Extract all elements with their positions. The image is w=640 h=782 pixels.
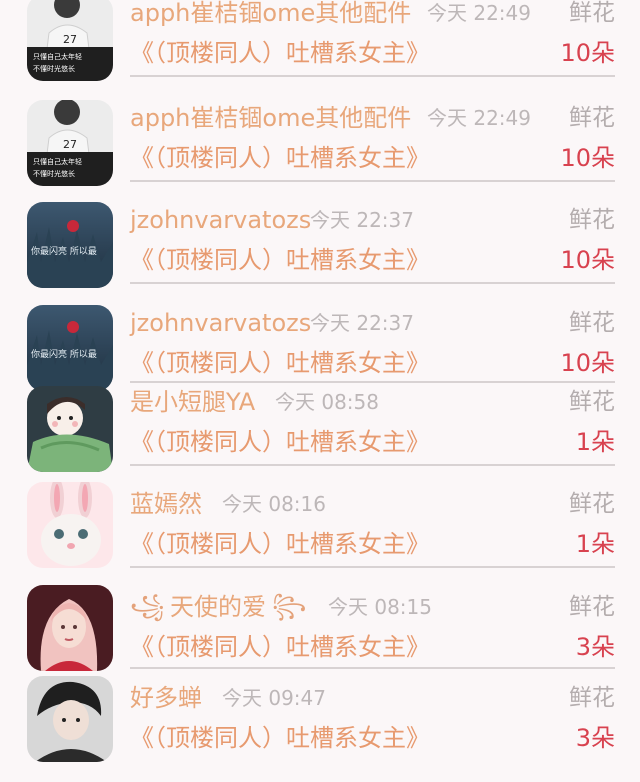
list-item[interactable]: 27 只懂自己太年轻 不懂时光悠长 apph崔桔锢ome其他配件 今天 22:4… [0,0,640,97]
avatar[interactable]: 27 只懂自己太年轻 不懂时光悠长 [27,100,113,186]
gift-type: 鲜花 [569,685,615,711]
gift-type: 鲜花 [569,207,615,233]
avatar[interactable]: 你最闪亮 所以最 [27,202,113,288]
gift-type: 鲜花 [569,310,615,336]
blue-rose-avatar-image: 你最闪亮 所以最 [27,202,113,288]
book-title[interactable]: 《（顶楼同人）吐槽系女主》 [130,718,430,758]
flourish-left-icon: ꧁ [130,594,165,619]
svg-text:不懂时光悠长: 不懂时光悠长 [33,169,75,178]
avatar[interactable] [27,482,113,568]
gift-type: 鲜花 [569,491,615,517]
divider [130,566,615,568]
gift-type: 鲜花 [569,389,615,415]
timestamp: 今天 22:37 [310,311,414,335]
gift-count: 10朵 [560,144,615,172]
divider [130,180,615,182]
svg-text:只懂自己太年轻: 只懂自己太年轻 [33,157,82,166]
list-item[interactable]: 是小短腿YA 今天 08:58 鲜花 《（顶楼同人）吐槽系女主》 1朵 [0,384,640,486]
bunny-avatar-image [27,482,113,568]
divider [130,667,615,669]
list-item[interactable]: 好多蝉 今天 09:47 鲜花 《（顶楼同人）吐槽系女主》 3朵 [0,676,640,782]
gift-count: 3朵 [575,633,615,661]
list-item[interactable]: 你最闪亮 所以最 jzohnvarvatozs 今天 22:37 鲜花 《（顶楼… [0,202,640,304]
username[interactable]: jzohnvarvatozs [130,202,311,238]
book-title[interactable]: 《（顶楼同人）吐槽系女主》 [130,240,430,280]
book-title[interactable]: 《（顶楼同人）吐槽系女主》 [130,422,430,462]
timestamp: 今天 22:37 [310,208,414,232]
divider [130,464,615,466]
timestamp: 今天 09:47 [222,686,326,710]
gift-count: 3朵 [575,724,615,752]
gift-type: 鲜花 [569,105,615,131]
timestamp: 今天 22:49 [427,1,531,25]
gift-count: 1朵 [575,428,615,456]
svg-text:27: 27 [63,33,77,46]
book-title[interactable]: 《（顶楼同人）吐槽系女主》 [130,343,430,383]
divider [130,282,615,284]
flourish-right-icon: ꧂ [272,594,307,619]
boy-avatar-image: 27 只懂自己太年轻 不懂时光悠长 [27,100,113,186]
avatar[interactable]: 27 只懂自己太年轻 不懂时光悠长 [27,0,113,81]
avatar[interactable] [27,676,113,762]
divider [130,75,615,77]
timestamp: 今天 08:15 [328,595,432,619]
blue-rose-avatar-image: 你最闪亮 所以最 [27,305,113,391]
gift-count: 1朵 [575,530,615,558]
book-title[interactable]: 《（顶楼同人）吐槽系女主》 [130,138,430,178]
username[interactable]: jzohnvarvatozs [130,305,311,341]
svg-text:你最闪亮 所以最: 你最闪亮 所以最 [31,245,97,257]
username[interactable]: 好多蝉 [130,680,202,716]
gift-record-list: 27 只懂自己太年轻 不懂时光悠长 apph崔桔锢ome其他配件 今天 22:4… [0,0,640,762]
username[interactable]: apph崔桔锢ome其他配件 [130,100,411,136]
timestamp: 今天 22:49 [427,106,531,130]
timestamp: 今天 08:16 [222,492,326,516]
svg-text:27: 27 [63,138,77,151]
username[interactable]: 天使的爱 [170,589,266,625]
avatar[interactable]: 你最闪亮 所以最 [27,305,113,391]
svg-text:只懂自己太年轻: 只懂自己太年轻 [33,52,82,61]
divider [130,381,615,383]
gift-count: 10朵 [560,39,615,67]
username[interactable]: 是小短腿YA [130,384,255,420]
svg-text:你最闪亮 所以最: 你最闪亮 所以最 [31,348,97,360]
avatar[interactable] [27,386,113,472]
book-title[interactable]: 《（顶楼同人）吐槽系女主》 [130,627,430,667]
username[interactable]: apph崔桔锢ome其他配件 [130,0,411,31]
book-title[interactable]: 《（顶楼同人）吐槽系女主》 [130,524,430,564]
timestamp: 今天 08:58 [275,390,379,414]
boy-avatar-image: 27 只懂自己太年轻 不懂时光悠长 [27,0,113,81]
gift-count: 10朵 [560,349,615,377]
cartoon-girl-avatar-image [27,386,113,472]
list-item[interactable]: 27 只懂自己太年轻 不懂时光悠长 apph崔桔锢ome其他配件 今天 22:4… [0,100,640,202]
gift-count: 10朵 [560,246,615,274]
list-item[interactable]: 蓝嫣然 今天 08:16 鲜花 《（顶楼同人）吐槽系女主》 1朵 [0,482,640,588]
svg-text:不懂时光悠长: 不懂时光悠长 [33,64,75,73]
book-title[interactable]: 《（顶楼同人）吐槽系女主》 [130,33,430,73]
gift-type: 鲜花 [569,594,615,620]
username[interactable]: 蓝嫣然 [130,486,202,522]
avatar[interactable] [27,585,113,671]
gift-type: 鲜花 [569,0,615,26]
pink-hair-avatar-image [27,585,113,671]
dark-hair-avatar-image [27,676,113,762]
